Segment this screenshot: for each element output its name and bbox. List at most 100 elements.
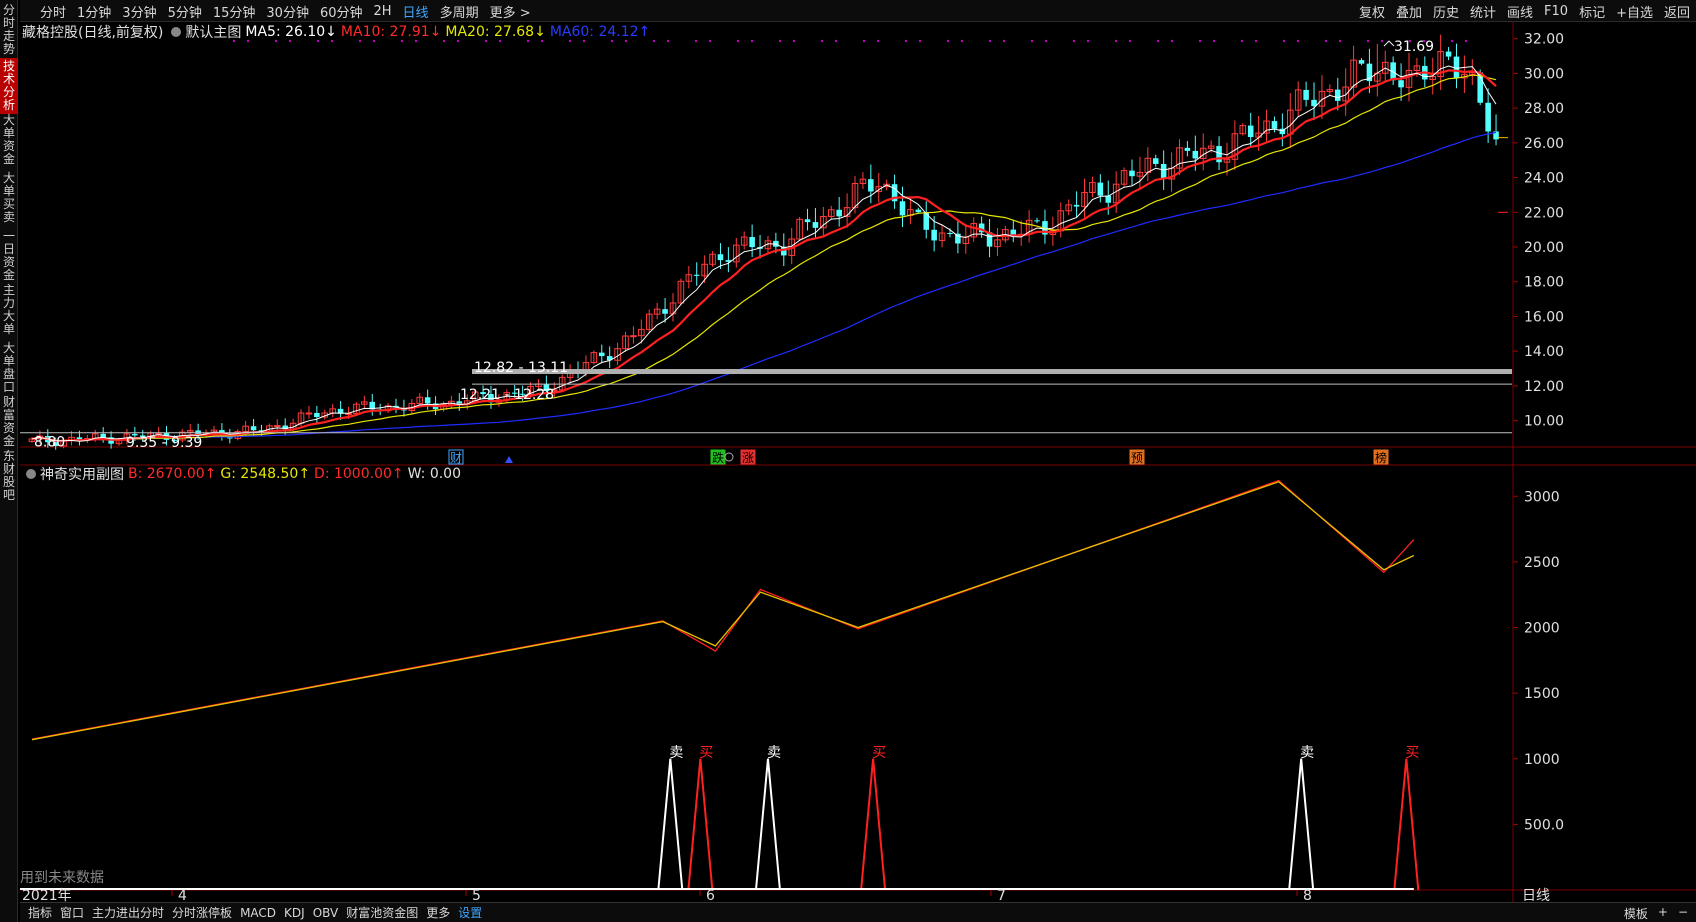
event-marker-text: 跌 [712,450,724,465]
signal-dot [1030,39,1034,43]
event-triangle-icon [505,456,513,463]
x-year-label: 2021年 [22,888,72,902]
y-tick-label: 10.00 [1524,414,1564,430]
period-tab[interactable]: 3分钟 [122,2,156,21]
ma5-label: MA5: 26.10↓ [245,24,337,40]
period-tabs: 分时 1分钟 3分钟 5分钟 15分钟 30分钟 60分钟 2H 日线 多周期 更多 > [40,0,542,22]
sell-signal-label: 卖 [669,745,683,761]
template-label[interactable]: 默认主图 [185,22,241,42]
candle-down [931,229,937,241]
sidebar-item[interactable]: 财富资金 [0,394,18,450]
sidebar-item[interactable]: 一日资金 [0,228,18,284]
signal-dot [750,39,754,43]
tool-button[interactable]: 统计 [1470,2,1496,21]
bottom-tab-main-flow[interactable]: 主力进出分时 [92,904,164,921]
x-month-label: 5 [472,888,481,902]
bottom-tab-settings[interactable]: 设置 [458,904,482,921]
sidebar-item[interactable]: 技术分析 [0,58,18,114]
period-tab[interactable]: 日线 [403,2,429,21]
signal-dot [1072,39,1076,43]
candle-down [915,209,922,213]
tool-button[interactable]: 叠加 [1396,2,1422,21]
signal-dot [666,39,670,43]
bottom-tab-obv[interactable]: OBV [313,906,339,920]
bottom-tab-macd[interactable]: MACD [240,906,276,920]
candle-down [250,426,257,431]
event-marker-text: 预 [1131,451,1143,465]
tool-button[interactable]: 复权 [1359,2,1385,21]
period-tab[interactable]: 30分钟 [266,2,309,21]
event-marker-text: 榜 [1375,450,1387,465]
sub-w-label: W: 0.00 [407,466,461,482]
tool-button[interactable]: 历史 [1433,2,1459,21]
settings-dot-icon[interactable] [171,27,182,37]
signal-dot [1156,39,1160,43]
range-label: 12.82 - 13.11 [474,360,568,376]
sidebar-item[interactable]: 主力大单 [0,282,18,338]
period-tab[interactable]: 2H [374,4,392,19]
sidebar-item[interactable]: 大单买卖 [0,170,18,226]
y-tick-label: 3000 [1524,489,1560,505]
signal-dot [1114,39,1118,43]
candle-down [923,212,930,230]
bottom-tab-window[interactable]: 窗口 [60,904,84,921]
signal-dot [694,39,698,43]
sub-indicator-name[interactable]: 神奇实用副图 [40,464,124,484]
signal-dot [708,39,712,43]
period-tab[interactable]: 1分钟 [77,2,111,21]
left-sidebar: 分时走势 技术分析 大单资金大单买卖一日资金 主力大单大单盘口 财富资金 东财股吧 [0,0,18,922]
candle-down [1453,56,1460,78]
sub-b-label: B: 2670.00↑ [128,466,217,482]
y-tick-label: 26.00 [1524,136,1564,152]
candle-down [1216,146,1222,163]
sidebar-item[interactable]: 大单盘口 [0,340,18,396]
bottom-tab-kdj[interactable]: KDJ [284,906,305,920]
bottom-tab-more[interactable]: 更多 [426,904,450,921]
candle-down [947,232,953,234]
signal-dot [904,39,908,43]
bottom-tab-indicator[interactable]: 指标 [28,904,52,921]
candle-down [1192,150,1199,159]
event-marker-text: 财 [450,451,462,465]
period-tab[interactable]: 60分钟 [320,2,363,21]
period-tab[interactable]: 多周期 [440,2,479,21]
sidebar-item[interactable]: 分时走势 [0,2,18,58]
bottom-template-button[interactable]: 模板 [1624,905,1648,922]
buy-signal [1393,758,1420,891]
tool-button[interactable]: F10 [1544,4,1568,19]
period-tab[interactable]: 15分钟 [213,2,256,21]
candle-down [1129,170,1135,177]
period-tab[interactable]: 更多 > [490,2,531,21]
y-tick-label: 1500 [1524,686,1560,702]
kline-chart-svg[interactable]: 32.00 30.00 28.00 26.00 24.00 22.00 20.00 18.00… [20,22,1696,902]
chart-area[interactable]: 32.00 30.00 28.00 26.00 24.00 22.00 20.00 18.00… [20,22,1696,902]
sidebar-item[interactable]: 东财股吧 [0,448,18,504]
future-data-note: 用到未来数据 [20,870,104,886]
candle-down [1398,80,1404,88]
sub-line-G [31,481,1415,741]
period-tab[interactable]: 5分钟 [168,2,202,21]
candle-down [1271,121,1278,129]
candle-down [1010,229,1017,235]
bottom-tab-limit[interactable]: 分时涨停板 [172,904,232,921]
tool-button[interactable]: 标记 [1579,2,1605,21]
zoom-out-button[interactable]: − [1678,905,1688,922]
signal-dot [1128,39,1132,43]
candle-down [598,352,605,357]
tool-button[interactable]: 画线 [1507,2,1533,21]
buy-signal [687,758,714,891]
top-toolbar: 分时 1分钟 3分钟 5分钟 15分钟 30分钟 60分钟 2H 日线 多周期 更多 > 复权 叠加历… [20,0,1696,22]
candle-down [899,201,906,216]
tool-button[interactable]: +自选 [1616,2,1653,21]
sidebar-item[interactable]: 大单资金 [0,112,18,168]
signal-dot [1296,39,1300,43]
sub-settings-dot-icon[interactable] [26,469,36,479]
period-tab[interactable]: 分时 [40,2,66,21]
signal-dot [792,39,796,43]
tool-button[interactable]: 返回 [1664,2,1690,21]
bottom-tab-fund-pool[interactable]: 财富池资金图 [346,904,418,921]
signal-dot [876,39,880,43]
signal-dot [1366,39,1370,43]
zoom-in-button[interactable]: + [1658,905,1668,922]
stock-title[interactable]: 藏格控股(日线,前复权) [22,22,163,42]
